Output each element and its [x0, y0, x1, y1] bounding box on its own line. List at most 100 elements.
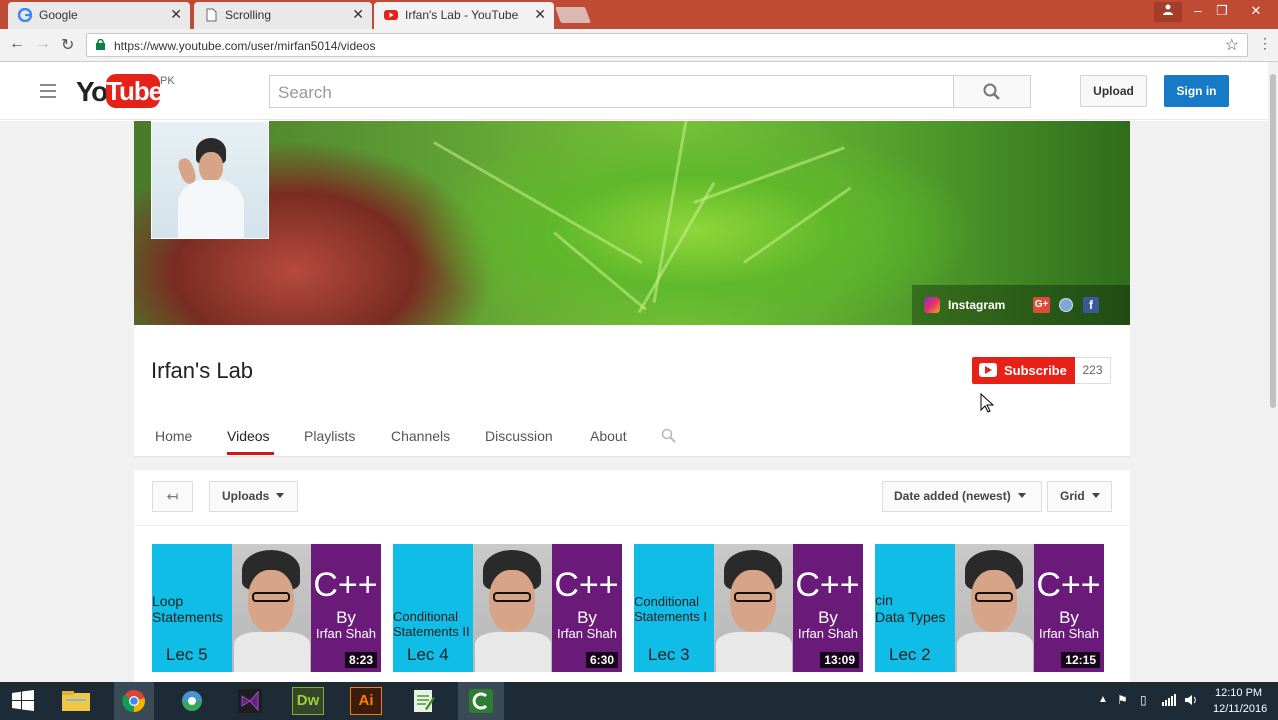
browser-tab-strip: Google ✕ Scrolling ✕ Irfan's Lab - YouTu… [0, 0, 1278, 29]
upload-button[interactable]: Upload [1080, 75, 1147, 107]
logo-tube[interactable]: Tube [106, 74, 163, 108]
hamburger-menu-icon[interactable] [40, 84, 56, 102]
scrollbar[interactable] [1268, 62, 1278, 682]
browser-toolbar: ← → ↻ https://www.youtube.com/user/mirfa… [0, 29, 1278, 62]
tab-playlists[interactable]: Playlists [304, 428, 355, 444]
thumbnail-topic: Loop [152, 593, 184, 609]
file-explorer-icon[interactable] [58, 687, 94, 715]
leaf-vein [637, 181, 716, 314]
close-tab-icon[interactable]: ✕ [534, 6, 546, 23]
close-tab-icon[interactable]: ✕ [352, 6, 364, 23]
tray-chevron-up-icon[interactable]: ▲ [1098, 694, 1108, 705]
tab-about[interactable]: About [590, 428, 627, 444]
windows-taskbar: Dw Ai ▲ ⚑ ▯ 12:10 PM 12/11/2016 [0, 682, 1278, 720]
thumbnail-by: By [818, 608, 838, 627]
notepad-icon[interactable] [405, 687, 441, 715]
view-dropdown[interactable]: Grid [1047, 481, 1112, 512]
scrollbar-thumb[interactable] [1270, 74, 1276, 408]
windows-start-icon[interactable] [8, 687, 38, 715]
restore-icon[interactable]: ❐ [1208, 2, 1236, 22]
search-placeholder: Search [278, 83, 332, 102]
subscribe-button[interactable]: Subscribe [972, 357, 1075, 384]
thumbnail-author: Irfan Shah [1039, 626, 1099, 641]
forward-arrow-icon[interactable]: → [35, 35, 51, 53]
thumbnail-lecture: Lec 2 [889, 645, 931, 664]
illustrator-icon[interactable]: Ai [350, 687, 382, 715]
back-arrow-icon[interactable]: ← [9, 35, 25, 53]
sort-label: Date added (newest) [894, 489, 1011, 503]
tab-title: Google [39, 8, 78, 22]
dreamweaver-icon[interactable]: Dw [292, 687, 324, 715]
search-input[interactable]: Search [269, 75, 955, 108]
tab-channels[interactable]: Channels [391, 428, 450, 444]
video-duration: 8:23 [344, 652, 377, 668]
thumbnail-author: Irfan Shah [316, 626, 376, 641]
close-window-icon[interactable]: ✕ [1242, 2, 1270, 22]
thumbnail-lecture: Lec 5 [166, 645, 208, 664]
video-duration: 13:09 [820, 652, 859, 668]
camtasia-taskbar-button[interactable] [458, 682, 504, 720]
thumbnail-language: C++ [795, 566, 860, 604]
channel-header: Irfan's Lab Subscribe 223 Home Videos Pl… [134, 325, 1130, 457]
video-thumbnail[interactable]: C++ By Irfan Shah Loop Statements Lec 5 … [152, 544, 381, 672]
channel-search-icon[interactable] [661, 428, 677, 444]
thumbnail-topic: Statements I [634, 609, 707, 624]
thumbnail-lecture: Lec 3 [648, 645, 690, 664]
youtube-header: You Tube PK Search Upload Sign in [0, 62, 1268, 120]
videos-panel: ↤ Uploads Date added (newest) Grid C++ B… [134, 470, 1130, 682]
user-profile-icon[interactable] [1154, 2, 1182, 22]
leaf-vein [743, 186, 852, 264]
tab-home[interactable]: Home [155, 428, 192, 444]
video-thumbnail[interactable]: C++ By Irfan Shah Conditional Statements… [393, 544, 622, 672]
website-globe-icon[interactable] [1059, 298, 1073, 312]
sort-dropdown[interactable]: Date added (newest) [882, 481, 1042, 512]
volume-icon[interactable] [1184, 693, 1198, 707]
tab-title: Scrolling [225, 8, 272, 22]
network-signal-icon[interactable] [1162, 694, 1176, 706]
uploads-label: Uploads [222, 489, 270, 503]
facebook-icon[interactable]: f [1083, 297, 1099, 313]
chrome-icon [122, 690, 145, 713]
browser-tab-scrolling[interactable]: Scrolling ✕ [194, 2, 372, 29]
instagram-link[interactable]: Instagram [948, 298, 1005, 312]
chevron-down-icon [1017, 493, 1026, 498]
thumbnail-topic: Conditional [634, 594, 700, 609]
sign-in-button[interactable]: Sign in [1164, 75, 1229, 107]
thumbnail-author: Irfan Shah [557, 626, 617, 641]
close-tab-icon[interactable]: ✕ [170, 6, 182, 23]
chrome-taskbar-button[interactable] [114, 682, 154, 720]
channel-avatar[interactable] [151, 121, 269, 239]
channel-name[interactable]: Irfan's Lab [151, 358, 253, 384]
view-label: Grid [1060, 489, 1085, 503]
browser-icon[interactable] [174, 687, 210, 715]
clock-time[interactable]: 12:10 PM [1215, 687, 1262, 699]
subscriber-count: 223 [1075, 357, 1111, 384]
search-icon [983, 83, 1000, 100]
thumbnail-topic: cin [875, 592, 893, 608]
clock-date[interactable]: 12/11/2016 [1213, 703, 1267, 715]
bookmark-star-icon[interactable]: ☆ [1225, 35, 1239, 55]
browser-tab-google[interactable]: Google ✕ [8, 2, 190, 29]
new-tab-button[interactable] [555, 7, 591, 23]
back-arrow-button[interactable]: ↤ [152, 481, 193, 512]
video-thumbnail[interactable]: C++ By Irfan Shah cin Data Types Lec 2 1… [875, 544, 1104, 672]
leaf-vein [553, 231, 647, 311]
divider [134, 525, 1130, 526]
video-thumbnail[interactable]: C++ By Irfan Shah Conditional Statements… [634, 544, 863, 672]
visual-studio-icon[interactable] [232, 687, 268, 715]
search-button[interactable] [953, 75, 1031, 108]
active-tab-underline [227, 452, 274, 455]
tray-flag-icon[interactable]: ⚑ [1117, 693, 1128, 707]
tray-device-icon[interactable]: ▯ [1140, 693, 1147, 707]
thumbnail-by: By [1059, 608, 1079, 627]
browser-tab-youtube[interactable]: Irfan's Lab - YouTube ✕ [374, 2, 554, 29]
menu-dots-icon[interactable]: ⋮ [1258, 35, 1272, 52]
reload-icon[interactable]: ↻ [61, 35, 74, 55]
uploads-dropdown[interactable]: Uploads [209, 481, 298, 512]
youtube-icon [384, 10, 398, 20]
google-plus-icon[interactable]: G+ [1033, 297, 1050, 313]
address-bar[interactable]: https://www.youtube.com/user/mirfan5014/… [86, 33, 1248, 57]
instagram-icon[interactable] [924, 297, 940, 313]
tab-videos[interactable]: Videos [227, 428, 270, 444]
tab-discussion[interactable]: Discussion [485, 428, 553, 444]
